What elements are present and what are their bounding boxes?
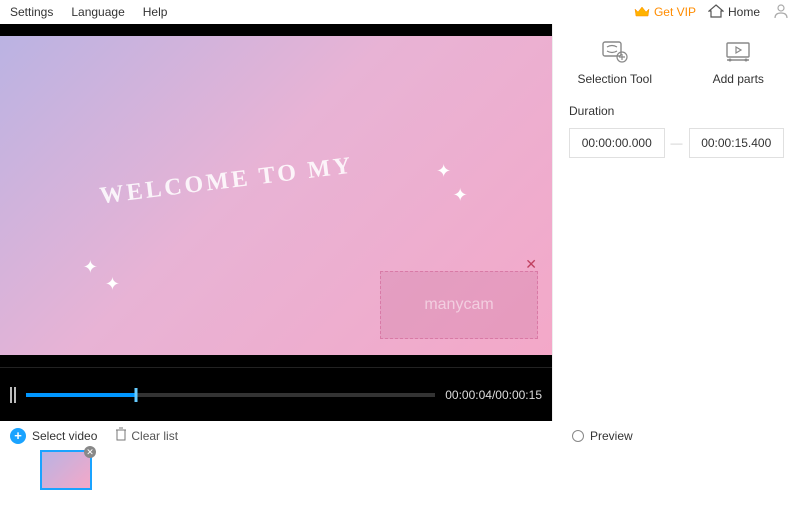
add-parts-button[interactable]: Add parts xyxy=(677,30,800,94)
preview-label: Preview xyxy=(590,429,633,443)
remove-thumbnail-icon[interactable]: ✕ xyxy=(84,446,96,458)
duration-separator: — xyxy=(671,136,683,150)
menu-help[interactable]: Help xyxy=(143,5,168,19)
tools-row: Selection Tool Add parts xyxy=(553,30,800,94)
letterbox-bottom xyxy=(0,355,552,367)
clear-list-label: Clear list xyxy=(131,429,178,443)
timeline-track[interactable] xyxy=(26,393,435,397)
main-area: WELCOME TO MY ✦ ✦ ✦ ✦ manycam ✕ 00:00:04… xyxy=(0,24,800,421)
thumbnail-strip: ✕ xyxy=(10,450,790,490)
duration-section: Duration 00:00:00.000 — 00:00:15.400 xyxy=(553,94,800,168)
home-icon xyxy=(708,4,724,21)
add-parts-icon xyxy=(677,38,800,66)
sparkle-icon: ✦ xyxy=(453,185,468,206)
duration-start-input[interactable]: 00:00:00.000 xyxy=(569,128,665,158)
selection-tool-icon xyxy=(553,38,677,66)
get-vip-label: Get VIP xyxy=(654,5,696,19)
letterbox-top xyxy=(0,24,552,36)
watermark-text: manycam xyxy=(424,296,493,314)
timecode: 00:00:04/00:00:15 xyxy=(445,388,542,402)
crown-icon xyxy=(634,5,650,20)
watermark-selection[interactable]: manycam ✕ xyxy=(380,271,538,339)
video-panel: WELCOME TO MY ✦ ✦ ✦ ✦ manycam ✕ 00:00:04… xyxy=(0,24,552,421)
time-total: 00:00:15 xyxy=(495,388,542,402)
duration-end-input[interactable]: 00:00:15.400 xyxy=(689,128,785,158)
timeline-progress xyxy=(26,393,136,397)
add-parts-label: Add parts xyxy=(677,72,800,86)
menu-right: Get VIP Home xyxy=(634,2,790,23)
video-preview[interactable]: WELCOME TO MY ✦ ✦ ✦ ✦ manycam ✕ xyxy=(0,24,552,367)
menu-left: Settings Language Help xyxy=(10,5,167,19)
get-vip-button[interactable]: Get VIP xyxy=(634,5,696,20)
selection-tool-button[interactable]: Selection Tool xyxy=(553,30,677,94)
duration-label: Duration xyxy=(569,104,784,118)
clear-list-button[interactable]: Clear list xyxy=(115,427,178,444)
bottom-bar: + Select video Clear list Preview ✕ xyxy=(0,421,800,507)
play-pause-button[interactable] xyxy=(10,387,16,403)
timeline: 00:00:04/00:00:15 xyxy=(0,367,552,421)
selection-tool-label: Selection Tool xyxy=(553,72,677,86)
sparkle-icon: ✦ xyxy=(105,274,120,295)
video-thumbnail[interactable]: ✕ xyxy=(40,450,92,490)
sparkle-icon: ✦ xyxy=(436,161,451,182)
time-current: 00:00:04 xyxy=(445,388,492,402)
bottom-row: + Select video Clear list Preview xyxy=(10,427,790,444)
trash-icon xyxy=(115,427,127,444)
radio-icon xyxy=(572,430,584,442)
duration-row: 00:00:00.000 — 00:00:15.400 xyxy=(569,128,784,158)
close-icon[interactable]: ✕ xyxy=(525,256,537,273)
select-video-label: Select video xyxy=(32,429,97,443)
user-icon[interactable] xyxy=(772,2,790,23)
timeline-handle[interactable] xyxy=(135,388,138,402)
plus-icon: + xyxy=(10,428,26,444)
menu-language[interactable]: Language xyxy=(71,5,124,19)
menu-bar: Settings Language Help Get VIP Home xyxy=(0,0,800,24)
home-button[interactable]: Home xyxy=(708,4,760,21)
home-label: Home xyxy=(728,5,760,19)
menu-settings[interactable]: Settings xyxy=(10,5,53,19)
preview-toggle[interactable]: Preview xyxy=(572,429,633,443)
sparkle-icon: ✦ xyxy=(83,257,98,278)
select-video-button[interactable]: + Select video xyxy=(10,428,97,444)
tools-panel: Selection Tool Add parts Duration 00:00:… xyxy=(552,24,800,421)
